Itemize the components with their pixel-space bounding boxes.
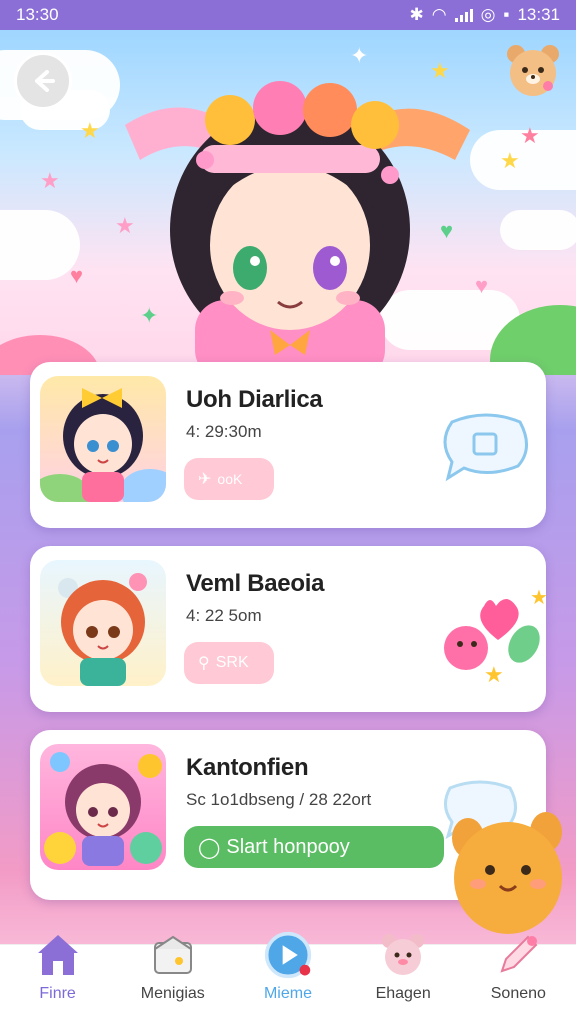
card-thumbnail [40, 376, 166, 502]
card-chip-button[interactable]: ✈ ooK [184, 458, 274, 500]
wifi-icon: ◠ [431, 5, 447, 24]
card-thumbnail [40, 560, 166, 686]
card-title: Kantonfien [186, 754, 309, 781]
nav-label: Ehagen [375, 985, 431, 1002]
nav-item-messages[interactable]: Menigias [118, 935, 228, 1024]
play-icon [264, 931, 312, 979]
heart-flower-icon: ★ ★ [444, 586, 546, 686]
chip-label: Slart honpooy [226, 835, 350, 858]
chat-icon: ◯ [198, 836, 221, 859]
card-thumbnail [40, 744, 166, 870]
nav-label: Mieme [263, 985, 312, 1002]
hero-illustration: ★ ★ ★ ♥ ✦ ★ ★ ♥ ♥ ★ ✦ [0, 30, 576, 375]
chip-label: SRK [215, 654, 249, 671]
nav-item-home[interactable]: Finre [3, 935, 113, 1024]
back-button[interactable] [14, 52, 72, 110]
battery-icon: ▪ [503, 5, 510, 24]
anime-girl-icon [0, 81, 576, 375]
svg-text:★: ★ [530, 586, 546, 609]
status-time-right: 13:31 [517, 5, 560, 24]
card-subtitle: Sc 1o1dbseng / 28 22ort [186, 790, 372, 809]
nav-item-bear[interactable]: Ehagen [348, 934, 458, 1024]
bottom-nav: Finre Menigias Mieme Ehagen Soneno [0, 931, 576, 1024]
home-icon [34, 931, 82, 979]
status-bar: 13:30 ✱ ◠ ◎ ▪ 13:31 [0, 0, 576, 30]
card-subtitle: 4: 29:30m [186, 422, 262, 441]
svg-text:★: ★ [484, 663, 504, 686]
card-subtitle: 4: 22 5om [186, 606, 262, 625]
location-icon: ⚲ [198, 655, 210, 672]
status-icons: ✱ ◠ ◎ ▪ 13:31 [409, 5, 560, 25]
pin-icon: ✈ [198, 471, 212, 488]
chat-bubble-icon [443, 413, 528, 482]
sync-icon: ◎ [480, 5, 496, 24]
nav-label: Menigias [140, 985, 205, 1002]
card-item[interactable]: Uoh Diarlica 4: 29:30m ✈ ooK [30, 362, 546, 528]
avatar-icon [58, 573, 147, 686]
pencil-icon [494, 931, 542, 979]
nav-item-play[interactable]: Mieme [233, 931, 343, 1024]
arrow-left-icon [35, 70, 55, 92]
avatar-icon [40, 388, 166, 502]
signal-icon [454, 8, 473, 22]
nav-label: Finre [39, 985, 76, 1002]
card-item[interactable]: Veml Baeoia 4: 22 5om ⚲ SRK ★ ★ [30, 546, 546, 712]
mascot-icon [452, 812, 562, 934]
bear-icon [379, 931, 427, 979]
bear-face-icon[interactable] [504, 42, 562, 100]
chip-label: ooK [217, 471, 243, 487]
card-title: Veml Baeoia [186, 570, 325, 597]
nav-item-settings[interactable]: Soneno [463, 935, 573, 1024]
bluetooth-icon: ✱ [409, 5, 424, 24]
card-title: Uoh Diarlica [186, 386, 323, 413]
avatar-icon [44, 752, 162, 866]
card-chip-button[interactable]: ⚲ SRK [184, 642, 274, 684]
box-icon [149, 931, 197, 979]
start-button[interactable]: ◯ Slart honpooy [184, 826, 444, 868]
status-time-left: 13:30 [16, 5, 59, 24]
nav-label: Soneno [490, 985, 546, 1002]
